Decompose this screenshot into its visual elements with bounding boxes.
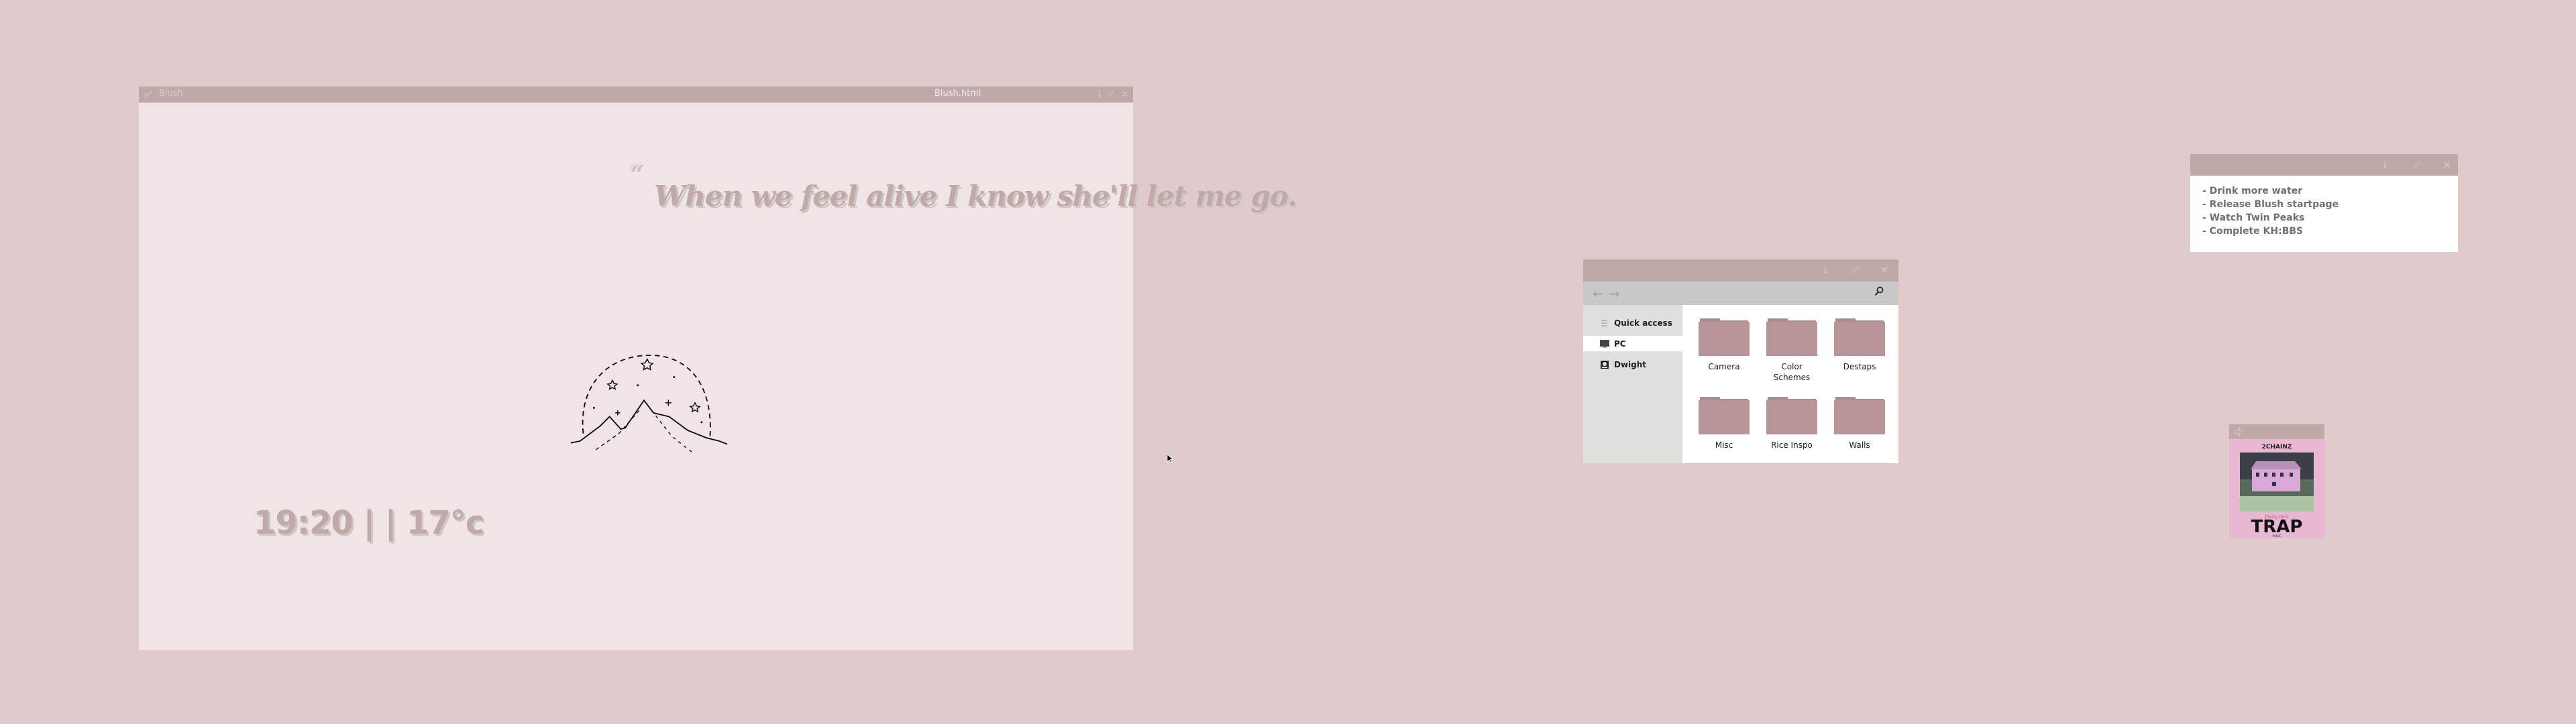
minimize-button[interactable]: ↓ bbox=[2375, 154, 2395, 176]
folder-label: Misc bbox=[1715, 440, 1733, 450]
sidebar-item-quick-access[interactable]: Quick access bbox=[1583, 315, 1682, 330]
minimize-button[interactable]: ↓ bbox=[1815, 259, 1835, 282]
user-drive-icon bbox=[1601, 360, 1609, 369]
notes-titlebar[interactable]: ↓ ⤢ ✕ bbox=[2190, 154, 2458, 176]
explorer-sidebar: Quick access PC Dwight bbox=[1583, 305, 1682, 463]
file-explorer-window: ↓ ⤢ ✕ ← → Quick access PC Dwight Camera bbox=[1583, 259, 1898, 463]
music-widget: 2CHAINZ Pretty Girls TRAP MUSIC bbox=[2229, 424, 2324, 538]
mouse-cursor-icon bbox=[1167, 454, 1173, 463]
folder-icon bbox=[1699, 318, 1750, 356]
folder-grid: Camera Color Schemes Destaps Misc Rice I… bbox=[1682, 305, 1898, 463]
list-icon bbox=[1601, 319, 1607, 326]
folder-icon bbox=[1834, 318, 1885, 356]
hearts-icon bbox=[144, 91, 152, 99]
music-titlebar[interactable] bbox=[2229, 424, 2324, 439]
todo-item[interactable]: - Watch Twin Peaks bbox=[2202, 211, 2339, 225]
maximize-button[interactable]: ⤢ bbox=[2407, 154, 2427, 176]
album-footer: MUSIC bbox=[2273, 534, 2282, 538]
folder-icon bbox=[1766, 318, 1817, 356]
album-cover[interactable]: 2CHAINZ Pretty Girls TRAP MUSIC bbox=[2229, 439, 2324, 538]
notes-window: ↓ ⤢ ✕ - Drink more water - Release Blush… bbox=[2190, 154, 2458, 252]
stars bbox=[606, 357, 701, 416]
folder-icon bbox=[1766, 397, 1817, 434]
folder-misc[interactable]: Misc bbox=[1697, 394, 1751, 450]
navigation-bar: ← → bbox=[1583, 282, 1898, 305]
folder-label: Color Schemes bbox=[1773, 362, 1811, 382]
mountain-trail-right bbox=[651, 410, 693, 453]
folder-label: Rice Inspo bbox=[1771, 440, 1813, 450]
folder-icon bbox=[1834, 397, 1885, 434]
search-icon[interactable] bbox=[1874, 286, 1884, 297]
sidebar-item-dwight[interactable]: Dwight bbox=[1583, 357, 1682, 372]
todo-item[interactable]: - Complete KH:BBS bbox=[2202, 225, 2339, 238]
todo-item[interactable]: - Release Blush startpage bbox=[2202, 198, 2339, 211]
folder-label: Walls bbox=[1849, 440, 1870, 450]
quote-text: When we feel alive I know she'll let me … bbox=[654, 180, 1297, 213]
mountain-moon-illustration bbox=[570, 355, 728, 453]
todo-item[interactable]: - Drink more water bbox=[2202, 184, 2339, 198]
blush-titlebar[interactable]: Blush Blush.html ↓ ⤢ ✕ bbox=[139, 86, 1133, 103]
folder-walls[interactable]: Walls bbox=[1833, 394, 1886, 450]
folder-rice-inspo[interactable]: Rice Inspo bbox=[1765, 394, 1819, 450]
album-artist: 2CHAINZ bbox=[2262, 444, 2292, 450]
clock-weather: 19:20 | | 17°c bbox=[254, 504, 484, 542]
todo-list[interactable]: - Drink more water - Release Blush start… bbox=[2202, 184, 2339, 238]
close-button[interactable]: ✕ bbox=[1874, 259, 1894, 282]
document-title: Blush.html bbox=[934, 88, 981, 99]
folder-icon bbox=[1699, 397, 1750, 434]
close-button[interactable]: ✕ bbox=[1117, 86, 1133, 103]
forward-arrow-icon[interactable]: → bbox=[1609, 286, 1620, 302]
folder-destaps[interactable]: Destaps bbox=[1833, 316, 1886, 372]
maximize-button[interactable]: ⤢ bbox=[1845, 259, 1865, 282]
app-name: Blush bbox=[159, 88, 183, 99]
monitor-icon bbox=[1600, 339, 1609, 348]
sidebar-label: Dwight bbox=[1614, 359, 1647, 369]
back-arrow-icon[interactable]: ← bbox=[1593, 286, 1604, 302]
speaker-icon[interactable] bbox=[2233, 426, 2244, 437]
sidebar-item-pc[interactable]: PC bbox=[1583, 336, 1682, 351]
sidebar-label: Quick access bbox=[1614, 318, 1672, 328]
quote-mark: “ bbox=[627, 158, 643, 192]
sidebar-label: PC bbox=[1614, 339, 1626, 349]
folder-label: Destaps bbox=[1843, 362, 1876, 371]
folder-camera[interactable]: Camera bbox=[1697, 316, 1751, 372]
explorer-titlebar[interactable]: ↓ ⤢ ✕ bbox=[1583, 259, 1898, 282]
folder-color-schemes[interactable]: Color Schemes bbox=[1765, 316, 1819, 383]
folder-label: Camera bbox=[1708, 362, 1740, 371]
close-button[interactable]: ✕ bbox=[2437, 154, 2457, 176]
